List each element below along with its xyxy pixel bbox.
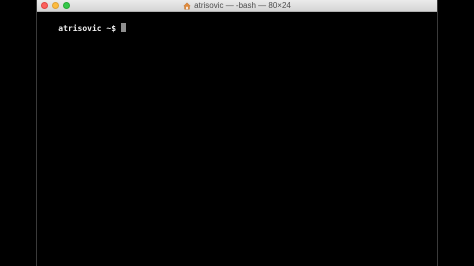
window-title: atrisovic — -bash — 80×24 xyxy=(194,1,291,10)
terminal-content[interactable]: atrisovic ~$ xyxy=(39,13,127,44)
home-folder-icon xyxy=(183,1,191,9)
text-cursor xyxy=(121,23,127,32)
title-bar[interactable]: atrisovic — -bash — 80×24 xyxy=(37,0,437,12)
window-title-area: atrisovic — -bash — 80×24 xyxy=(37,0,437,11)
shell-prompt: atrisovic ~$ xyxy=(58,24,117,33)
terminal-window: atrisovic — -bash — 80×24 atrisovic ~$ xyxy=(36,0,438,266)
